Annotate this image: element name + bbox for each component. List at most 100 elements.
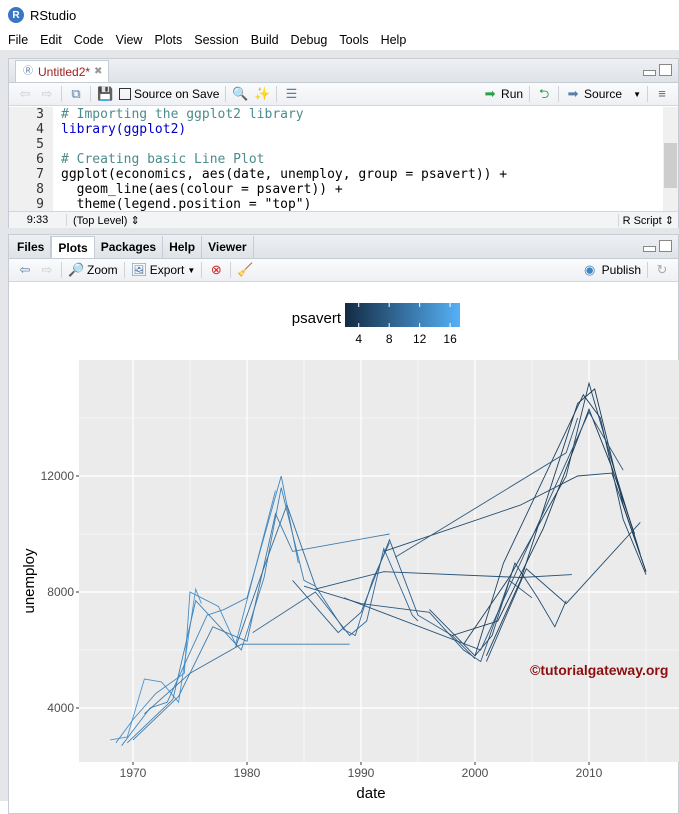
tab-viewer[interactable]: Viewer: [202, 236, 254, 258]
source-button[interactable]: ➡ Source ▼: [565, 86, 641, 102]
run-button[interactable]: ➡ Run: [482, 86, 523, 102]
editor-scrollbar[interactable]: [663, 107, 678, 211]
divider: [529, 86, 531, 102]
source-arrow-icon: ➡: [567, 86, 579, 101]
minimize-icon[interactable]: [643, 246, 656, 252]
tab-untitled2[interactable]: Ⓡ Untitled2* ✖: [15, 60, 110, 82]
broom-icon[interactable]: 🧹: [237, 262, 253, 278]
window-controls: [643, 64, 672, 76]
zoom-button[interactable]: 🔎 Zoom: [68, 262, 118, 278]
menu-help[interactable]: Help: [375, 30, 413, 50]
scope-label: (Top Level): [73, 214, 128, 227]
previous-plot-icon[interactable]: ⇦: [17, 262, 33, 278]
legend-tick-label: 16: [443, 332, 457, 346]
plot-viewer: 1970 1980 1990 2000 2010 4000 8000 12000 date une…: [9, 283, 679, 806]
code-text: library(ggplot2): [61, 122, 187, 137]
watermark: ©tutorialgateway.org: [530, 662, 668, 678]
divider: [230, 262, 232, 278]
close-tab-icon[interactable]: ✖: [94, 66, 102, 77]
tab-files[interactable]: Files: [11, 236, 52, 258]
x-tick-label: 1990: [348, 766, 375, 780]
scrollbar-thumb[interactable]: [664, 143, 677, 188]
line-number: 7: [9, 167, 53, 182]
code-line[interactable]: 7 ggplot(economics, aes(date, unemploy, g…: [9, 167, 664, 182]
code-line[interactable]: 8 geom_line(aes(colour = psavert)) +: [9, 182, 664, 197]
source-toolbar: ⇦ ⇨ ⧉ 💾 Source on Save 🔍 ✨ ☰ ➡ Run ⮌ ➡ Sou…: [9, 83, 678, 106]
next-plot-icon[interactable]: ⇨: [39, 262, 55, 278]
code-line[interactable]: 9 theme(legend.position = "top"): [9, 197, 664, 212]
filetype-label: R Script: [622, 214, 662, 227]
x-tick-label: 1970: [120, 766, 147, 780]
code-editor[interactable]: 3 # Importing the ggplot2 library 4 library…: [9, 107, 664, 212]
menu-view[interactable]: View: [110, 30, 149, 50]
show-in-window-icon[interactable]: ⧉: [68, 86, 84, 102]
menu-plots[interactable]: Plots: [148, 30, 188, 50]
rerun-icon[interactable]: ⮌: [536, 86, 552, 102]
maximize-icon[interactable]: [659, 64, 672, 76]
rstudio-logo-icon: R: [8, 7, 24, 23]
refresh-icon[interactable]: ↻: [654, 262, 670, 278]
code-line[interactable]: 6 # Creating basic Line Plot: [9, 152, 664, 167]
menu-tools[interactable]: Tools: [333, 30, 374, 50]
minimize-icon[interactable]: [643, 70, 656, 76]
scope-selector[interactable]: (Top Level) ⇕: [67, 214, 618, 227]
notebook-icon[interactable]: ☰: [283, 86, 299, 102]
chevron-down-icon[interactable]: ▼: [633, 90, 641, 99]
menu-build[interactable]: Build: [245, 30, 285, 50]
search-icon[interactable]: 🔍: [232, 86, 248, 102]
remove-plot-icon[interactable]: ⊗: [208, 262, 224, 278]
save-icon[interactable]: 💾: [97, 86, 113, 102]
forward-icon[interactable]: ⇨: [39, 86, 55, 102]
line-number: 6: [9, 152, 53, 167]
menu-code[interactable]: Code: [68, 30, 110, 50]
title-bar: R RStudio: [0, 0, 679, 30]
chevron-down-icon: ▼: [187, 265, 196, 275]
filetype-selector[interactable]: R Script ⇕: [617, 213, 678, 227]
divider: [90, 86, 91, 102]
publish-label: Publish: [601, 263, 641, 277]
legend-tick-label: 4: [355, 332, 362, 346]
zoom-icon: 🔎: [68, 262, 85, 277]
plots-toolbar: ⇦ ⇨ 🔎 Zoom 🖼 Export ▼ ⊗ 🧹 ◉ Publish ↻: [9, 259, 678, 282]
code-text: # Importing the ggplot2 library: [61, 107, 304, 122]
y-tick-label: 4000: [47, 701, 74, 715]
code-line[interactable]: 4 library(ggplot2): [9, 122, 664, 137]
outline-icon[interactable]: ≡: [654, 86, 670, 102]
tab-packages[interactable]: Packages: [95, 236, 164, 258]
line-number: 5: [9, 137, 53, 152]
menu-file[interactable]: File: [2, 30, 34, 50]
maximize-icon[interactable]: [659, 240, 672, 252]
code-text: geom_line(aes(colour = psavert)) +: [61, 182, 343, 197]
run-arrow-icon: ➡: [484, 86, 496, 101]
source-on-save-checkbox[interactable]: Source on Save: [119, 87, 219, 101]
export-image-icon: 🖼: [130, 262, 148, 277]
editor-status-bar: 9:33 (Top Level) ⇕ R Script ⇕: [9, 211, 678, 228]
divider: [276, 86, 278, 102]
source-on-save-label: Source on Save: [134, 87, 220, 101]
legend-title: psavert: [292, 310, 342, 327]
divider: [647, 262, 648, 278]
line-number: 4: [9, 122, 53, 137]
code-line[interactable]: 3 # Importing the ggplot2 library: [9, 107, 664, 122]
back-icon[interactable]: ⇦: [17, 86, 33, 102]
publish-button[interactable]: ◉ Publish: [582, 262, 641, 278]
export-button[interactable]: 🖼 Export ▼: [131, 262, 196, 278]
line-number: 3: [9, 107, 53, 122]
divider: [558, 86, 560, 102]
menu-bar: File Edit Code View Plots Session Build …: [0, 30, 679, 50]
tab-help[interactable]: Help: [163, 236, 203, 258]
menu-session[interactable]: Session: [188, 30, 244, 50]
cursor-position: 9:33: [9, 214, 67, 226]
checkbox-icon: [119, 88, 131, 100]
publish-icon: ◉: [583, 262, 596, 277]
menu-edit[interactable]: Edit: [34, 30, 68, 50]
line-chart: 1970 1980 1990 2000 2010 4000 8000 12000 date une…: [21, 303, 679, 802]
code-line[interactable]: 5: [9, 137, 664, 152]
app-title: RStudio: [30, 7, 77, 23]
r-file-icon: Ⓡ: [23, 65, 33, 77]
menu-debug[interactable]: Debug: [285, 30, 334, 50]
magic-wand-icon[interactable]: ✨: [254, 86, 270, 102]
code-text: # Creating basic Line Plot: [61, 152, 265, 167]
tab-plots[interactable]: Plots: [51, 236, 95, 258]
